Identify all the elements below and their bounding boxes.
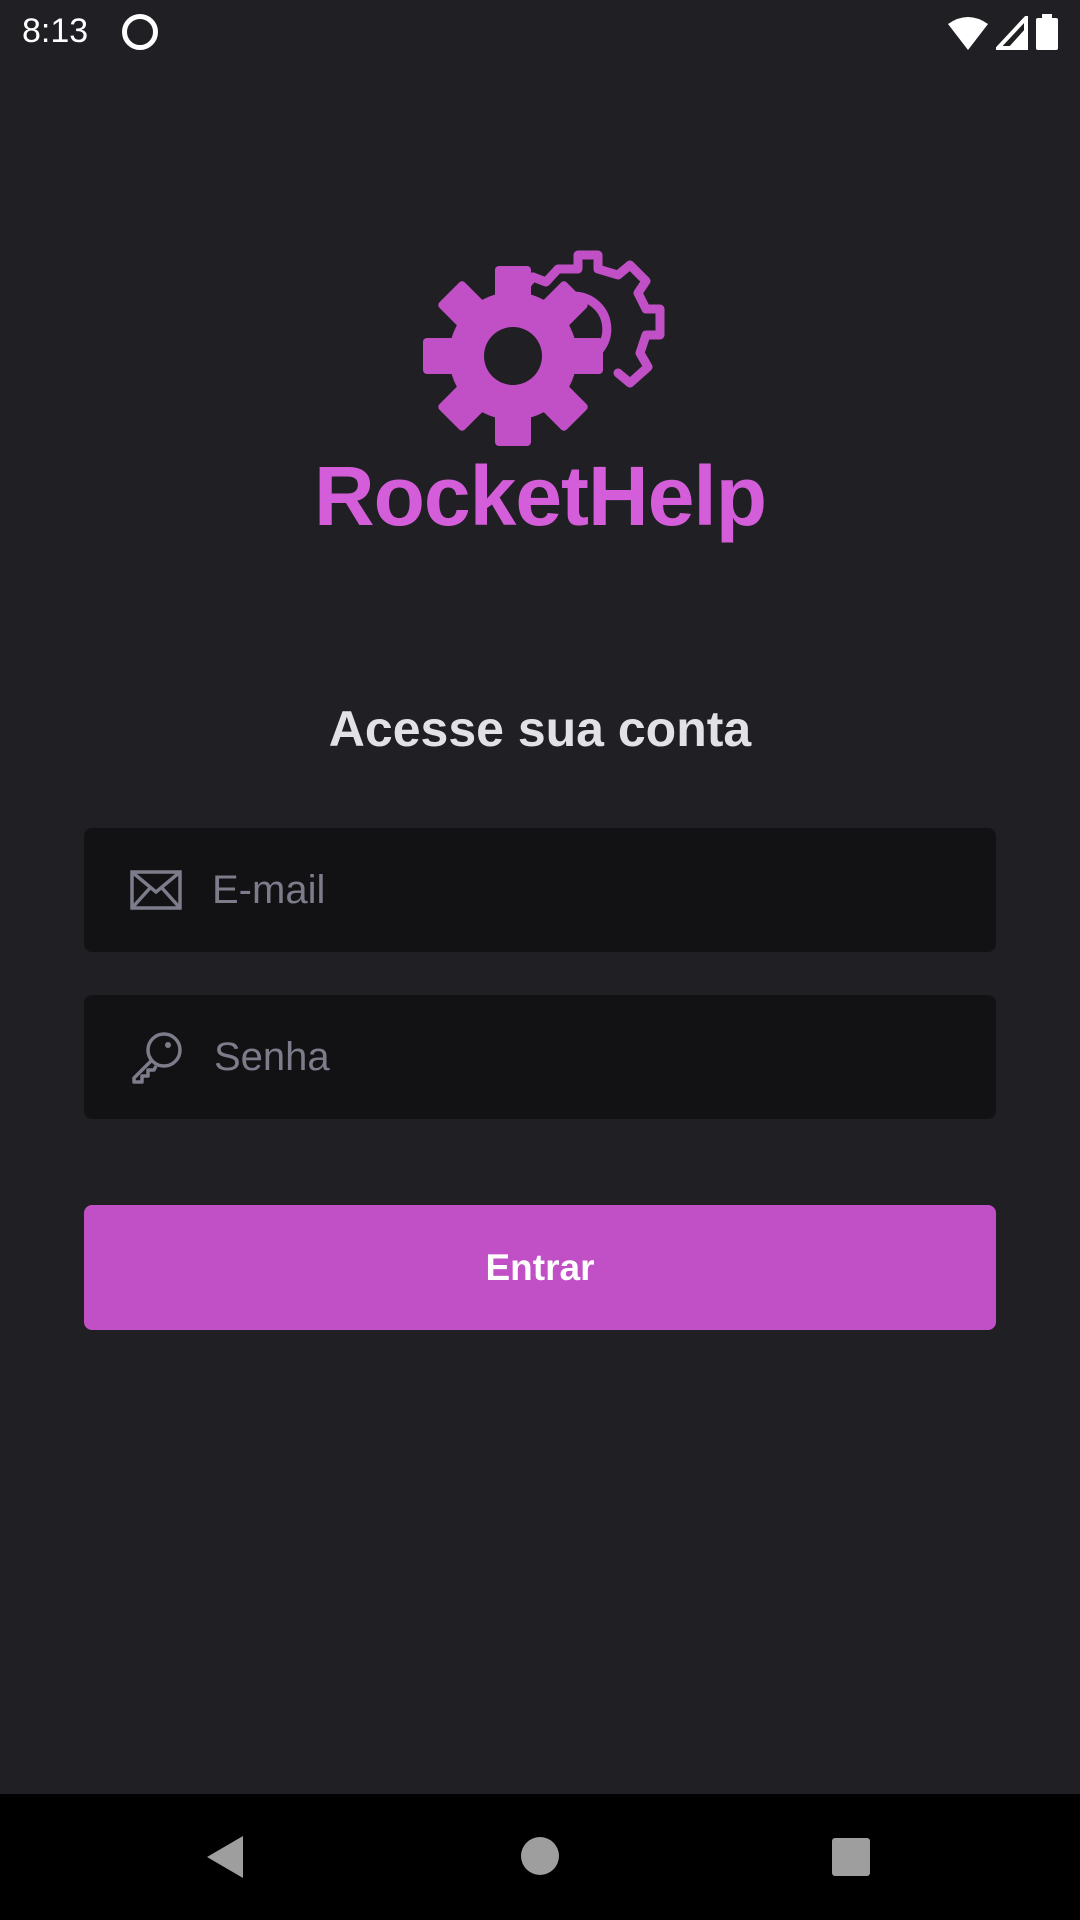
recents-icon[interactable] — [831, 1837, 871, 1877]
login-button[interactable]: Entrar — [84, 1205, 996, 1330]
password-input[interactable] — [214, 1034, 914, 1080]
login-title: Acesse sua conta — [328, 701, 752, 757]
status-bar: 8:13 — [0, 0, 1080, 64]
home-icon[interactable] — [520, 1836, 560, 1876]
notification-icon — [122, 14, 158, 50]
navigation-bar — [0, 1794, 1080, 1920]
brand-name: RocketHelp — [313, 449, 767, 543]
signal-icon — [996, 16, 1028, 50]
password-field[interactable] — [84, 995, 996, 1119]
email-input[interactable] — [212, 867, 912, 913]
envelope-icon — [130, 870, 182, 910]
key-icon — [132, 1032, 182, 1084]
wifi-icon — [948, 17, 988, 50]
email-field[interactable] — [84, 828, 996, 952]
back-icon[interactable] — [205, 1834, 245, 1880]
battery-icon — [1036, 14, 1058, 50]
status-time: 8:13 — [22, 12, 89, 50]
